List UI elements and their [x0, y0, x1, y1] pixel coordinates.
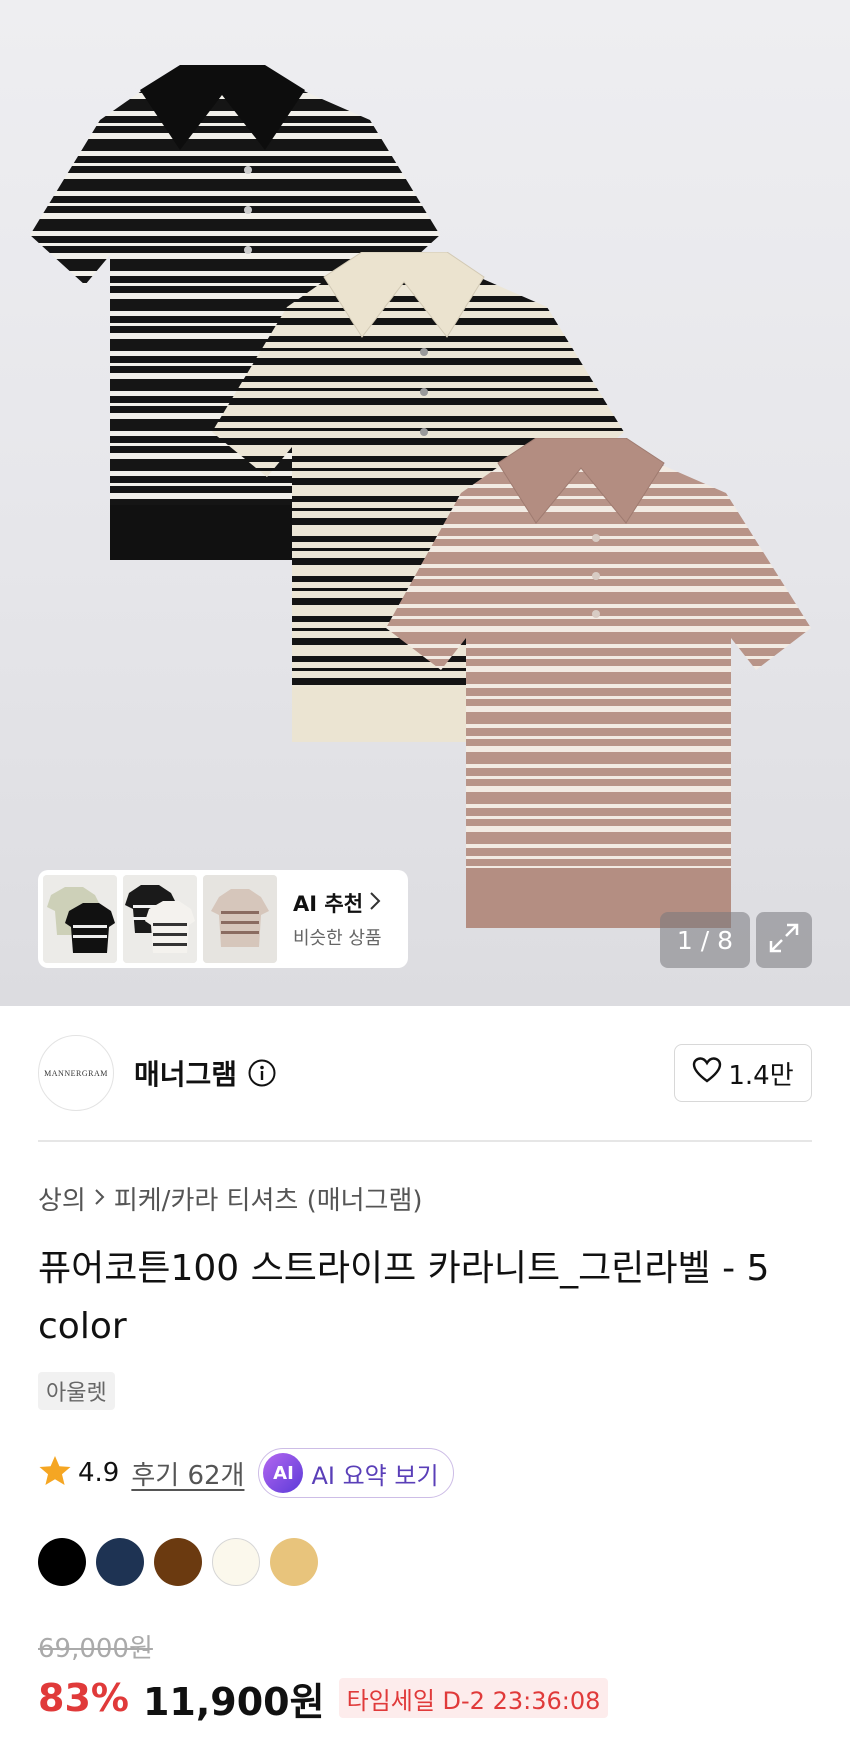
ai-recommend-subtitle: 비슷한 상품	[293, 928, 382, 949]
info-icon[interactable]	[247, 1058, 277, 1088]
chevron-right-icon	[94, 1184, 106, 1214]
color-swatch-2[interactable]	[96, 1538, 144, 1586]
image-page-counter: 1 / 8	[660, 912, 750, 968]
color-swatch-5[interactable]	[270, 1538, 318, 1586]
like-count: 1.4만	[728, 1060, 794, 1091]
heart-icon	[692, 1056, 722, 1091]
review-link[interactable]: 후기 62개	[131, 1455, 244, 1492]
ai-recommend-title-text: AI 추천	[293, 892, 364, 916]
star-icon	[38, 1454, 72, 1492]
brand-logo-text: MANNERGRAM	[44, 1068, 108, 1078]
recommend-thumbnail-2[interactable]	[123, 875, 197, 963]
color-swatch-1[interactable]	[38, 1538, 86, 1586]
color-swatches	[38, 1538, 318, 1586]
divider	[38, 1140, 812, 1142]
breadcrumb-category[interactable]: 상의	[38, 1180, 86, 1217]
timesale-badge: 타임세일 D-2 23:36:08	[338, 1678, 609, 1718]
outlet-badge: 아울렛	[38, 1372, 115, 1410]
rating-row: 4.9 후기 62개 AI AI 요약 보기	[38, 1448, 454, 1498]
brand-name[interactable]: 매너그램	[134, 1053, 237, 1093]
recommend-thumbnail-3[interactable]	[203, 875, 277, 963]
brand-row: MANNERGRAM 매너그램 1.4만	[38, 1035, 812, 1111]
color-swatch-3[interactable]	[154, 1538, 202, 1586]
recommend-thumbnail-1[interactable]	[43, 875, 117, 963]
ai-summary-label: AI 요약 보기	[311, 1461, 439, 1490]
chevron-right-icon	[369, 891, 381, 916]
ai-recommend-card[interactable]: AI 추천 비슷한 상품	[38, 870, 408, 968]
expand-image-button[interactable]	[756, 912, 812, 968]
brand-logo[interactable]: MANNERGRAM	[38, 1035, 114, 1111]
product-title: 퓨어코튼100 스트라이프 카라니트_그린라벨 - 5 color	[38, 1248, 770, 1347]
sale-price: 11,900원	[142, 1679, 325, 1724]
color-swatch-4[interactable]	[212, 1538, 260, 1586]
product-image-mauve-shirt	[386, 438, 816, 938]
product-image-carousel[interactable]: AI 추천 비슷한 상품 1 / 8	[0, 0, 850, 1006]
expand-icon	[767, 921, 801, 959]
ai-summary-button[interactable]: AI AI 요약 보기	[258, 1448, 454, 1498]
rating-value: 4.9	[78, 1458, 120, 1488]
breadcrumb-subcategory[interactable]: 피케/카라 티셔츠 (매너그램)	[114, 1180, 423, 1217]
price-row: 83% 11,900원 타임세일 D-2 23:36:08	[38, 1672, 609, 1724]
original-price: 69,000원	[38, 1634, 153, 1664]
ai-badge-icon: AI	[263, 1453, 304, 1493]
ai-recommend-title[interactable]: AI 추천	[293, 888, 382, 918]
like-button[interactable]: 1.4만	[674, 1044, 812, 1102]
discount-rate: 83%	[38, 1676, 129, 1720]
breadcrumb: 상의 피케/카라 티셔츠 (매너그램)	[38, 1180, 423, 1217]
